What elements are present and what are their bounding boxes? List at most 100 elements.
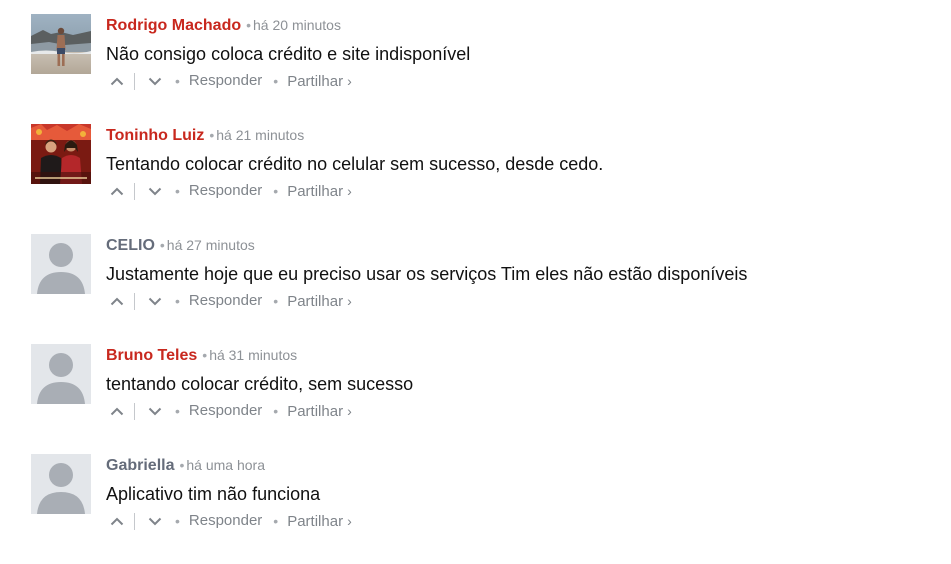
comment-text: tentando colocar crédito, sem sucesso [106, 374, 414, 394]
share-link[interactable]: Partilhar › [287, 400, 352, 423]
avatar[interactable] [31, 124, 91, 184]
upvote-button[interactable] [108, 512, 126, 530]
upvote-button[interactable] [108, 292, 126, 310]
people-photo-avatar [31, 124, 91, 184]
share-label: Partilhar [287, 72, 344, 90]
meta-separator: • [209, 127, 215, 143]
comment-list: Rodrigo Machado • há 20 minutos Não consig… [31, 14, 931, 564]
share-label: Partilhar [287, 402, 344, 420]
meta-separator: • [159, 237, 165, 253]
chevron-right-icon: › [347, 402, 352, 419]
share-label: Partilhar [287, 182, 344, 200]
meta-separator: • [202, 347, 208, 363]
meta-separator: • [246, 17, 252, 33]
avatar[interactable] [31, 454, 91, 514]
action-dot: • [175, 513, 180, 529]
beach-photo-avatar [31, 14, 91, 74]
upvote-button[interactable] [108, 402, 126, 420]
action-dot: • [175, 293, 180, 309]
chevron-down-icon [148, 517, 162, 525]
vote-divider [134, 72, 135, 90]
share-link[interactable]: Partilhar › [287, 180, 352, 203]
default-user-icon [31, 234, 91, 294]
downvote-button[interactable] [146, 292, 164, 310]
reply-link[interactable]: Responder [189, 70, 262, 92]
vote-divider [134, 402, 135, 420]
comment-meta: Rodrigo Machado • há 20 minutos [106, 14, 931, 36]
chevron-up-icon [110, 77, 124, 85]
comment-actions: • Responder • Partilhar › [106, 180, 931, 202]
avatar[interactable] [31, 14, 91, 74]
timestamp[interactable]: há 27 minutos [167, 237, 255, 253]
comment-meta: CELIO • há 27 minutos [106, 234, 931, 256]
downvote-button[interactable] [146, 72, 164, 90]
default-user-icon [31, 454, 91, 514]
reply-link[interactable]: Responder [189, 290, 262, 312]
reply-link[interactable]: Responder [189, 400, 262, 422]
author-name[interactable]: Bruno Teles [106, 347, 197, 364]
chevron-up-icon [110, 187, 124, 195]
avatar[interactable] [31, 344, 91, 404]
comment-content: CELIO • há 27 minutos Justamente hoje que … [106, 234, 931, 312]
chevron-down-icon [148, 407, 162, 415]
comment-meta: Toninho Luiz • há 21 minutos [106, 124, 931, 146]
chevron-right-icon: › [347, 72, 352, 89]
comment-actions: • Responder • Partilhar › [106, 400, 931, 422]
share-link[interactable]: Partilhar › [287, 70, 352, 93]
share-label: Partilhar [287, 292, 344, 310]
action-dot: • [175, 403, 180, 419]
action-dot: • [273, 513, 279, 529]
comment-item: Gabriella • há uma hora Aplicativo tim não… [31, 454, 931, 564]
comment-meta: Bruno Teles • há 31 minutos [106, 344, 931, 366]
timestamp[interactable]: há 21 minutos [216, 127, 304, 143]
default-user-icon [31, 344, 91, 404]
upvote-button[interactable] [108, 182, 126, 200]
comment-item: Toninho Luiz • há 21 minutos Tentando colo… [31, 124, 931, 234]
downvote-button[interactable] [146, 512, 164, 530]
author-name: Gabriella [106, 457, 175, 474]
comment-item: CELIO • há 27 minutos Justamente hoje que … [31, 234, 931, 344]
share-link[interactable]: Partilhar › [287, 290, 352, 313]
reply-link[interactable]: Responder [189, 510, 262, 532]
comment-item: Bruno Teles • há 31 minutos tentando coloc… [31, 344, 931, 454]
comment-content: Toninho Luiz • há 21 minutos Tentando colo… [106, 124, 931, 202]
timestamp[interactable]: há 20 minutos [253, 17, 341, 33]
action-dot: • [273, 403, 279, 419]
comment-content: Rodrigo Machado • há 20 minutos Não consig… [106, 14, 931, 92]
vote-divider [134, 182, 135, 200]
comment-actions: • Responder • Partilhar › [106, 510, 931, 532]
vote-divider [134, 512, 135, 530]
chevron-down-icon [148, 77, 162, 85]
comment-text: Aplicativo tim não funciona [106, 484, 321, 504]
author-name[interactable]: Rodrigo Machado [106, 17, 241, 34]
chevron-down-icon [148, 297, 162, 305]
chevron-up-icon [110, 407, 124, 415]
chevron-right-icon: › [347, 292, 352, 309]
action-dot: • [175, 73, 180, 89]
comment-text: Justamente hoje que eu preciso usar os s… [106, 264, 748, 284]
timestamp[interactable]: há 31 minutos [209, 347, 297, 363]
upvote-button[interactable] [108, 72, 126, 90]
action-dot: • [175, 183, 180, 199]
comment-item: Rodrigo Machado • há 20 minutos Não consig… [31, 14, 931, 124]
share-label: Partilhar [287, 512, 344, 530]
action-dot: • [273, 293, 279, 309]
comment-actions: • Responder • Partilhar › [106, 70, 931, 92]
chevron-right-icon: › [347, 512, 352, 529]
comment-content: Gabriella • há uma hora Aplicativo tim não… [106, 454, 931, 532]
reply-link[interactable]: Responder [189, 180, 262, 202]
comment-content: Bruno Teles • há 31 minutos tentando coloc… [106, 344, 931, 422]
comment-meta: Gabriella • há uma hora [106, 454, 931, 476]
avatar[interactable] [31, 234, 91, 294]
comment-actions: • Responder • Partilhar › [106, 290, 931, 312]
meta-separator: • [179, 457, 185, 473]
author-name[interactable]: Toninho Luiz [106, 127, 204, 144]
action-dot: • [273, 73, 279, 89]
timestamp[interactable]: há uma hora [186, 457, 265, 473]
chevron-up-icon [110, 517, 124, 525]
share-link[interactable]: Partilhar › [287, 510, 352, 533]
downvote-button[interactable] [146, 182, 164, 200]
downvote-button[interactable] [146, 402, 164, 420]
chevron-up-icon [110, 297, 124, 305]
comment-text: Tentando colocar crédito no celular sem … [106, 154, 604, 174]
